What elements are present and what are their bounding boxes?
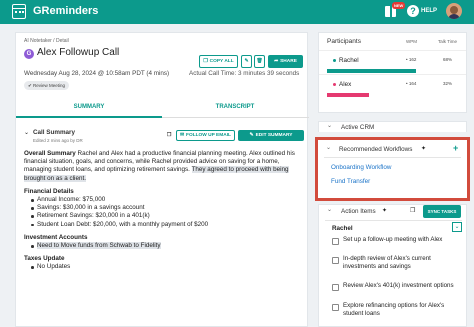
participants-panel: Participants WPM Talk Time Rachel • 162 … xyxy=(318,32,467,113)
participant-dot xyxy=(333,83,336,86)
trash-icon: 🗑 xyxy=(256,59,263,64)
mail-icon: ✉ xyxy=(180,133,185,138)
participant-wpm-value: 164 xyxy=(408,81,417,86)
task-text[interactable]: Explore refinancing options for Alex's s… xyxy=(343,302,458,317)
help-label[interactable]: HELP xyxy=(421,8,437,14)
app-title: GReminders xyxy=(33,5,99,17)
list-item: No Updates xyxy=(31,263,299,271)
participant-wpm-value: 162 xyxy=(408,57,417,62)
action-items-title: Action Items xyxy=(341,208,376,215)
top-bar: GReminders NEW ? HELP xyxy=(0,0,474,24)
copy-icon: ❐ xyxy=(166,133,172,138)
tab-transcript[interactable]: TRANSCRIPT xyxy=(162,96,308,118)
list-item: Need to Move funds from Schwab to Fideli… xyxy=(31,242,299,250)
copy-all-button[interactable]: ❐ COPY ALL xyxy=(199,55,238,68)
list-item: Student Loan Debt: $20,000, with a month… xyxy=(31,221,299,229)
participant-dot xyxy=(333,59,336,62)
share-icon: ➦ xyxy=(274,59,279,64)
breadcrumb[interactable]: AI Notetaker / Detail xyxy=(24,38,69,44)
meeting-detail-panel: AI Notetaker / Detail G Alex Followup Ca… xyxy=(15,32,309,327)
talk-time-header: Talk Time xyxy=(438,39,458,44)
financial-details-heading: Financial Details xyxy=(24,187,74,195)
highlighted-text: Need to Move funds from Schwab to Fideli… xyxy=(37,242,161,250)
follow-up-email-label: FOLLOW UP EMAIL xyxy=(186,133,231,138)
task-checkbox[interactable] xyxy=(332,238,339,245)
task-text[interactable]: In-depth review of Alex's current invest… xyxy=(343,255,458,270)
meeting-date: Wednesday Aug 28, 2024 @ 10:58am PDT (4 … xyxy=(24,70,170,77)
participant-talk-time: 68% xyxy=(443,57,453,62)
chevron-down-icon[interactable]: ⌄ xyxy=(24,129,29,136)
taxes-update-heading: Taxes Update xyxy=(24,255,65,263)
action-items-panel: ⌄ Action Items ✦ ❐ SYNC TASKS Rachel ⌄ S… xyxy=(318,204,467,327)
investment-accounts-heading: Investment Accounts xyxy=(24,233,88,241)
calendar-logo-icon xyxy=(12,4,26,19)
chevron-down-icon[interactable]: ⌄ xyxy=(327,206,332,213)
active-crm-title: Active CRM xyxy=(341,124,375,131)
new-badge: NEW xyxy=(392,2,406,9)
wpm-header: WPM xyxy=(406,39,417,44)
list-item: Annual Income: $75,000 xyxy=(31,196,299,204)
copy-all-label: COPY ALL xyxy=(209,59,234,64)
sparkle-icon: ✦ xyxy=(382,208,388,214)
copy-icon[interactable]: ❐ xyxy=(410,207,415,214)
actual-call-time: Actual Call Time: 3 minutes 39 seconds xyxy=(189,70,300,77)
share-label: SHARE xyxy=(280,59,297,64)
page-title: Alex Followup Call xyxy=(37,47,120,58)
sync-tasks-label: SYNC TASKS xyxy=(427,209,457,214)
owner-name: Rachel xyxy=(332,225,353,232)
participant-name: Rachel xyxy=(339,57,359,64)
share-button[interactable]: ➦ SHARE xyxy=(268,55,303,68)
pencil-icon: ✎ xyxy=(244,59,249,64)
task-text[interactable]: Set up a follow-up meeting with Alex xyxy=(343,236,458,244)
edit-icon-button[interactable]: ✎ xyxy=(241,55,252,68)
list-item: Retirement Savings: $20,000 in a 401(k) xyxy=(31,212,299,220)
copy-summary-button[interactable]: ❐ xyxy=(165,130,173,141)
summary-title: Call Summary xyxy=(33,129,75,136)
participant-row: Alex • 164 32% xyxy=(319,74,466,98)
tab-summary[interactable]: SUMMARY xyxy=(16,96,162,118)
owner-dropdown-chevron-icon[interactable]: ⌄ xyxy=(452,222,462,232)
chevron-down-icon[interactable]: ⌄ xyxy=(327,122,332,129)
pencil-icon: ✎ xyxy=(249,133,254,138)
summary-content: Overall Summary Rachel and Alex had a pr… xyxy=(24,150,299,272)
participant-name: Alex xyxy=(339,81,352,88)
status-badge: ✔ Review Meeting xyxy=(24,81,70,90)
participant-talk-time: 32% xyxy=(443,81,453,86)
sync-tasks-button[interactable]: SYNC TASKS xyxy=(423,205,461,218)
task-checkbox[interactable] xyxy=(332,257,339,264)
overall-summary: Overall Summary Rachel and Alex had a pr… xyxy=(24,150,299,183)
follow-up-email-button[interactable]: ✉ FOLLOW UP EMAIL xyxy=(176,130,235,141)
divider xyxy=(325,220,462,221)
participant-wpm: • 162 xyxy=(406,57,417,62)
participant-wpm: • 164 xyxy=(406,81,417,86)
talk-time-bar xyxy=(327,93,369,97)
status-badge-label: Review Meeting xyxy=(33,82,66,88)
list-item: Savings: $30,000 in a savings account xyxy=(31,204,299,212)
highlight-frame xyxy=(315,137,470,201)
edit-summary-label: EDIT SUMMARY xyxy=(255,133,293,138)
tab-bar: SUMMARY TRANSCRIPT xyxy=(16,96,309,118)
task-checkbox[interactable] xyxy=(332,284,339,291)
meeting-initial-badge: G xyxy=(24,49,34,59)
summary-edited-note: Edited 2 mins ago by DR xyxy=(33,138,83,143)
talk-time-bar xyxy=(327,69,416,73)
active-crm-panel[interactable]: ⌄ Active CRM xyxy=(318,121,467,132)
user-avatar[interactable] xyxy=(446,3,462,19)
help-icon[interactable]: ? xyxy=(407,5,419,17)
edit-summary-button[interactable]: ✎ EDIT SUMMARY xyxy=(238,130,304,141)
participant-row: Rachel • 162 68% xyxy=(319,50,466,74)
participants-title: Participants xyxy=(327,38,361,45)
overall-summary-label: Overall Summary xyxy=(24,150,76,157)
copy-icon: ❐ xyxy=(203,59,208,64)
delete-button[interactable]: 🗑 xyxy=(254,55,265,68)
task-text[interactable]: Review Alex's 401(k) investment options xyxy=(343,282,458,290)
task-checkbox[interactable] xyxy=(332,304,339,311)
